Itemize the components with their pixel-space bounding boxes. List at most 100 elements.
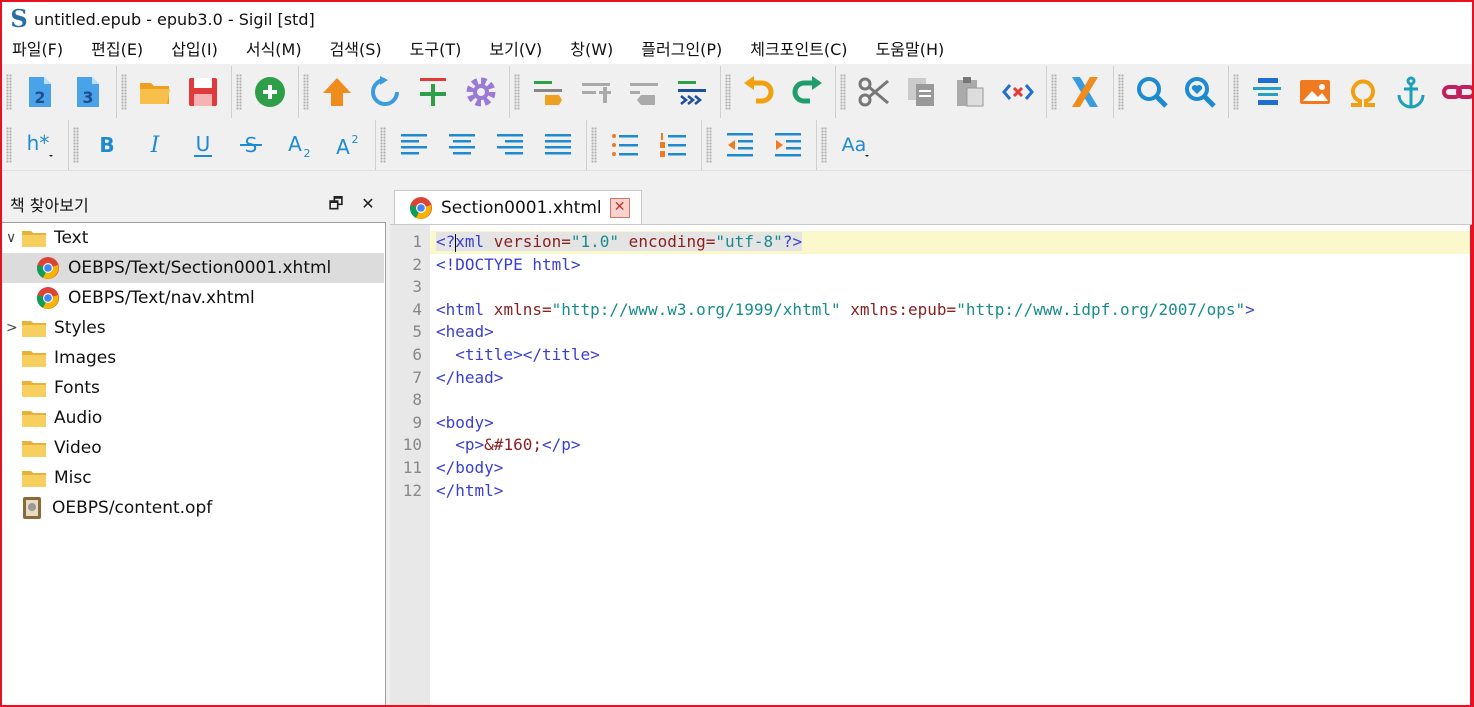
toc-button[interactable] bbox=[1243, 70, 1291, 114]
saved-search-button[interactable] bbox=[1176, 70, 1224, 114]
toolbar-grip[interactable] bbox=[725, 74, 731, 110]
menu-format[interactable]: 서식(M) bbox=[236, 36, 312, 64]
move-up-button[interactable] bbox=[313, 70, 361, 114]
bold-button[interactable]: B bbox=[83, 123, 131, 167]
menu-window[interactable]: 창(W) bbox=[560, 36, 623, 64]
undo-button[interactable] bbox=[735, 70, 783, 114]
strikethrough-button[interactable]: S bbox=[227, 123, 275, 167]
tab-section0001[interactable]: Section0001.xhtml ✕ bbox=[394, 190, 642, 224]
menu-plugins[interactable]: 플러그인(P) bbox=[631, 36, 732, 64]
open-button[interactable] bbox=[131, 70, 179, 114]
tree-item-content-opf[interactable]: OEBPS/content.opf bbox=[2, 493, 385, 523]
toolbar-grip[interactable] bbox=[840, 74, 846, 110]
settings-button[interactable] bbox=[457, 70, 505, 114]
special-char-button[interactable] bbox=[1339, 70, 1387, 114]
code-view-button[interactable] bbox=[994, 70, 1042, 114]
validate-button[interactable] bbox=[1061, 70, 1109, 114]
indent-button[interactable] bbox=[764, 123, 812, 167]
code-line-12[interactable]: </html> bbox=[436, 480, 1472, 503]
tab-close-icon[interactable]: ✕ bbox=[609, 197, 630, 218]
align-center-button[interactable] bbox=[438, 123, 486, 167]
tree-item-styles[interactable]: > Styles bbox=[2, 313, 385, 343]
tree-item-images[interactable]: Images bbox=[2, 343, 385, 373]
cut-button[interactable] bbox=[850, 70, 898, 114]
add-existing-button[interactable] bbox=[409, 70, 457, 114]
menu-help[interactable]: 도움말(H) bbox=[866, 36, 955, 64]
toolbar-grip[interactable] bbox=[1118, 74, 1124, 110]
code-editor[interactable]: 1 2 3 4 5 6 7 8 9 10 11 12 <?xml version… bbox=[390, 224, 1472, 705]
toolbar-grip[interactable] bbox=[706, 127, 712, 163]
code-line-10[interactable]: <p>&#160;</p> bbox=[436, 434, 1472, 457]
menu-view[interactable]: 보기(V) bbox=[479, 36, 552, 64]
find-button[interactable] bbox=[1128, 70, 1176, 114]
tree-item-fonts[interactable]: Fonts bbox=[2, 373, 385, 403]
insert-anchor-button[interactable] bbox=[1387, 70, 1435, 114]
tree-item-text[interactable]: ∨ Text bbox=[2, 223, 385, 253]
collapse-caret-icon[interactable]: > bbox=[6, 313, 18, 343]
menu-insert[interactable]: 삽입(I) bbox=[161, 36, 228, 64]
toolbar-grip[interactable] bbox=[591, 127, 597, 163]
toolbar-grip[interactable] bbox=[73, 127, 79, 163]
italic-button[interactable]: I bbox=[131, 123, 179, 167]
paste-button[interactable] bbox=[946, 70, 994, 114]
toolbar-grip[interactable] bbox=[1233, 74, 1239, 110]
tree-item-video[interactable]: Video bbox=[2, 433, 385, 463]
new-epub3-button[interactable]: 3 bbox=[64, 70, 112, 114]
menu-tools[interactable]: 도구(T) bbox=[400, 36, 472, 64]
refresh-button[interactable] bbox=[361, 70, 409, 114]
split-chapter-button[interactable] bbox=[668, 70, 716, 114]
underline-button[interactable]: U bbox=[179, 123, 227, 167]
menu-checkpoints[interactable]: 체크포인트(C) bbox=[740, 36, 857, 64]
copy-button[interactable] bbox=[898, 70, 946, 114]
toolbar-grip[interactable] bbox=[821, 127, 827, 163]
code-line-9[interactable]: <body> bbox=[436, 412, 1472, 435]
save-button[interactable] bbox=[179, 70, 227, 114]
expand-caret-icon[interactable]: ∨ bbox=[6, 223, 18, 253]
float-panel-icon[interactable]: 🗗 bbox=[326, 194, 346, 214]
align-justify-button[interactable] bbox=[534, 123, 582, 167]
code-line-6[interactable]: <title></title> bbox=[436, 344, 1472, 367]
toolbar-grip[interactable] bbox=[121, 74, 127, 110]
bullet-list-button[interactable] bbox=[601, 123, 649, 167]
toolbar-grip[interactable] bbox=[6, 127, 12, 163]
align-right-button[interactable] bbox=[486, 123, 534, 167]
code-line-5[interactable]: <head> bbox=[436, 321, 1472, 344]
tree-item-audio[interactable]: Audio bbox=[2, 403, 385, 433]
merge-button[interactable] bbox=[620, 70, 668, 114]
toolbar-grip[interactable] bbox=[6, 74, 12, 110]
code-text[interactable]: <?xml version="1.0" encoding="utf-8"?> <… bbox=[430, 231, 1472, 503]
insert-image-button[interactable] bbox=[1291, 70, 1339, 114]
change-case-button[interactable]: Aa bbox=[831, 123, 879, 167]
menu-edit[interactable]: 편집(E) bbox=[81, 36, 153, 64]
heading-button[interactable]: h* bbox=[16, 123, 64, 167]
menu-search[interactable]: 검색(S) bbox=[320, 36, 392, 64]
split-marker-button[interactable] bbox=[524, 70, 572, 114]
superscript-button[interactable]: A2 bbox=[323, 123, 371, 167]
toolbar-grip[interactable] bbox=[514, 74, 520, 110]
add-new-file-button[interactable] bbox=[246, 70, 294, 114]
tree-item-misc[interactable]: Misc bbox=[2, 463, 385, 493]
toolbar-grip[interactable] bbox=[1051, 74, 1057, 110]
code-line-4[interactable]: <html xmlns="http://www.w3.org/1999/xhtm… bbox=[436, 299, 1472, 322]
toolbar-grip[interactable] bbox=[236, 74, 242, 110]
outdent-button[interactable] bbox=[716, 123, 764, 167]
tree-item-section0001[interactable]: OEBPS/Text/Section0001.xhtml bbox=[2, 253, 384, 283]
menu-file[interactable]: 파일(F) bbox=[2, 36, 73, 64]
toolbar-grip[interactable] bbox=[303, 74, 309, 110]
code-line-11[interactable]: </body> bbox=[436, 457, 1472, 480]
tree-item-nav[interactable]: OEBPS/Text/nav.xhtml bbox=[2, 283, 385, 313]
subscript-button[interactable]: A2 bbox=[275, 123, 323, 167]
numbered-list-button[interactable] bbox=[649, 123, 697, 167]
insert-split-button[interactable] bbox=[572, 70, 620, 114]
redo-button[interactable] bbox=[783, 70, 831, 114]
close-panel-icon[interactable]: ✕ bbox=[358, 194, 378, 214]
code-line-2[interactable]: <!DOCTYPE html> bbox=[436, 254, 1472, 277]
code-line-1[interactable]: <?xml version="1.0" encoding="utf-8"?> bbox=[430, 231, 1472, 254]
align-left-button[interactable] bbox=[390, 123, 438, 167]
new-epub2-button[interactable]: 2 bbox=[16, 70, 64, 114]
code-line-3[interactable] bbox=[436, 276, 1472, 299]
code-line-8[interactable] bbox=[436, 389, 1472, 412]
insert-link-button[interactable] bbox=[1435, 70, 1472, 114]
code-line-7[interactable]: </head> bbox=[436, 367, 1472, 390]
toolbar-grip[interactable] bbox=[380, 127, 386, 163]
